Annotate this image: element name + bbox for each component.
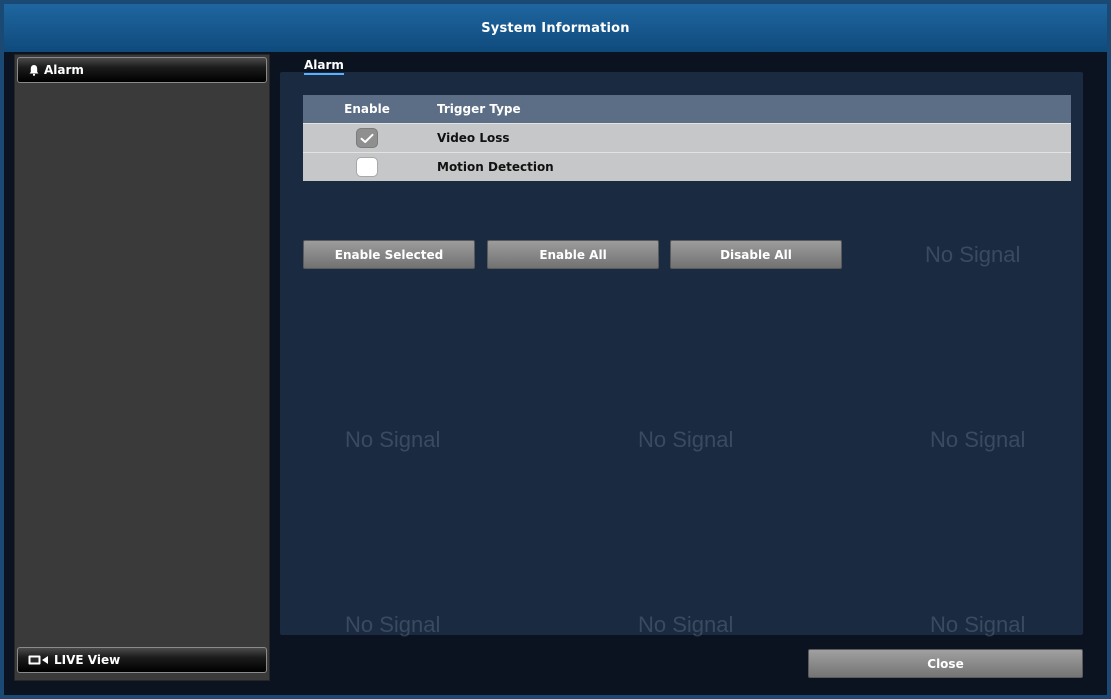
checkmark-icon [360,133,374,143]
enable-checkbox[interactable] [356,128,378,148]
trigger-table: Enable Trigger Type Video Loss Motion De… [303,95,1071,181]
table-row[interactable]: Video Loss [303,123,1071,152]
window-title: System Information [481,20,630,36]
trigger-type-cell: Video Loss [437,131,510,145]
no-signal-label: No Signal [345,427,441,452]
no-signal-label: No Signal [925,242,1021,267]
sidebar-item-alarm[interactable]: Alarm [17,57,267,83]
table-header: Enable Trigger Type [303,95,1071,123]
sidebar-item-live-view[interactable]: LIVE View [17,647,267,673]
title-bar: System Information [4,4,1107,52]
trigger-type-cell: Motion Detection [437,160,554,174]
enable-cell [303,128,431,148]
no-signal-label: No Signal [345,612,441,637]
close-button[interactable]: Close [808,649,1083,678]
column-header-trigger-type: Trigger Type [437,102,521,116]
table-row[interactable]: Motion Detection [303,152,1071,181]
no-signal-label: No Signal [930,612,1026,637]
enable-all-button[interactable]: Enable All [487,240,659,269]
no-signal-label: No Signal [638,612,734,637]
sidebar-item-label: Alarm [44,63,84,77]
enable-cell [303,157,431,177]
disable-all-button[interactable]: Disable All [670,240,842,269]
no-signal-label: No Signal [930,427,1026,452]
enable-selected-button[interactable]: Enable Selected [303,240,475,269]
sidebar: Alarm LIVE View [14,54,270,681]
column-header-enable: Enable [344,102,390,116]
sidebar-item-label: LIVE View [54,653,121,667]
tab-alarm[interactable]: Alarm [304,58,344,75]
live-view-icon [28,654,50,666]
no-signal-label: No Signal [638,427,734,452]
enable-checkbox[interactable] [356,157,378,177]
bell-icon [28,64,40,76]
